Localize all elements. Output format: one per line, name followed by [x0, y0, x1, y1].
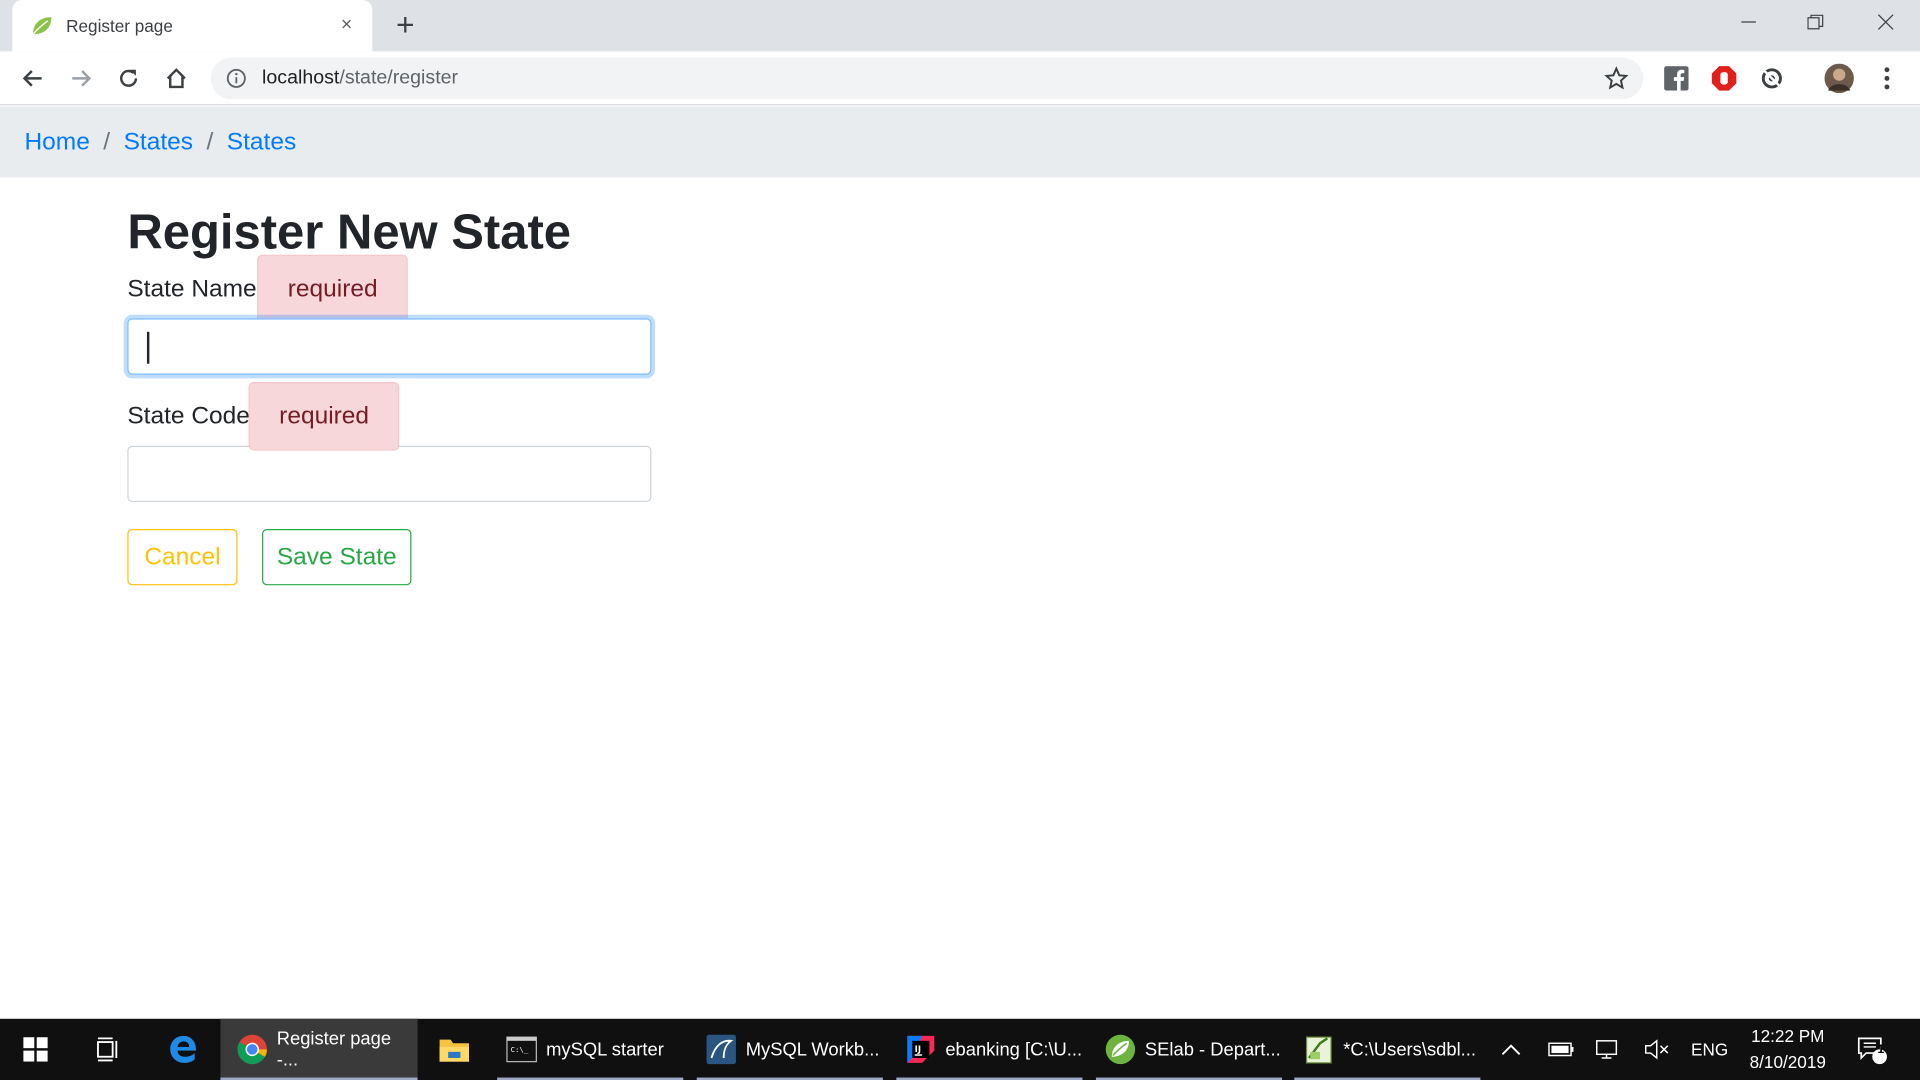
tab-close-icon[interactable]: × — [336, 15, 358, 37]
address-bar[interactable]: localhost/state/register — [210, 57, 1644, 100]
taskbar-item-explorer[interactable] — [422, 1019, 486, 1080]
taskbar-label: *C:\Users\sdbl... — [1343, 1038, 1476, 1060]
breadcrumb: Home / States / States — [0, 106, 1920, 178]
taskbar-item-chrome[interactable]: Register page -... — [220, 1018, 418, 1080]
state-name-input[interactable] — [127, 318, 652, 375]
breadcrumb-states[interactable]: States — [124, 128, 193, 156]
browser-toolbar: localhost/state/register — [0, 51, 1920, 106]
forward-icon[interactable] — [65, 62, 97, 94]
chevron-up-icon — [1501, 1044, 1521, 1055]
battery-icon[interactable] — [1548, 1019, 1575, 1080]
back-icon[interactable] — [17, 62, 49, 94]
taskbar-item-mysql-starter[interactable]: C:\_ mySQL starter — [497, 1019, 684, 1080]
system-clock[interactable]: 12:22 PM 8/10/2019 — [1739, 1024, 1837, 1075]
state-name-required-badge: required — [257, 254, 409, 324]
sync-extension-icon[interactable] — [1758, 65, 1785, 92]
intellij-icon: IJ — [904, 1032, 938, 1066]
show-hidden-icons[interactable] — [1501, 1019, 1521, 1080]
mysql-workbench-icon — [704, 1032, 738, 1066]
text-caret — [146, 331, 150, 364]
browser-tabbar: Register page × + — [0, 0, 1920, 52]
breadcrumb-home[interactable]: Home — [24, 128, 89, 156]
taskbar-label: SElab - Depart... — [1144, 1038, 1281, 1060]
breadcrumb-separator: / — [103, 127, 111, 155]
adblock-icon[interactable] — [1711, 65, 1738, 92]
state-name-group: State Name required — [127, 254, 862, 375]
breadcrumb-states-current[interactable]: States — [227, 128, 296, 156]
taskbar-item-intellij[interactable]: IJ ebanking [C:\U... — [896, 1019, 1083, 1080]
menu-kebab-icon[interactable] — [1873, 65, 1900, 92]
new-tab-button[interactable]: + — [389, 9, 421, 42]
start-button[interactable] — [0, 1019, 71, 1080]
language-indicator[interactable]: ENG — [1691, 1019, 1728, 1080]
home-icon[interactable] — [160, 62, 192, 94]
task-view-icon — [97, 1037, 118, 1062]
clock-date: 8/10/2019 — [1749, 1051, 1826, 1072]
restore-icon[interactable] — [1791, 7, 1840, 36]
tab-title: Register page — [66, 15, 173, 36]
reload-icon[interactable] — [113, 62, 145, 94]
state-code-input[interactable] — [127, 445, 652, 503]
notepad-icon — [1302, 1032, 1336, 1066]
taskbar-label: MySQL Workb... — [745, 1038, 880, 1060]
edge-button[interactable] — [152, 1019, 216, 1080]
volume-muted-icon[interactable] — [1643, 1019, 1670, 1080]
edge-icon — [170, 1035, 196, 1063]
state-code-required-badge: required — [248, 382, 400, 451]
svg-text:C:\_: C:\_ — [511, 1045, 529, 1054]
state-code-group: State Code required — [127, 382, 862, 503]
taskbar-label: Register page -... — [276, 1028, 392, 1071]
save-state-button[interactable]: Save State — [262, 528, 412, 586]
minimize-icon[interactable] — [1724, 7, 1773, 36]
spring-icon — [1103, 1032, 1137, 1066]
bookmark-star-icon[interactable] — [1604, 66, 1629, 90]
url-text: localhost/state/register — [262, 67, 459, 89]
network-icon[interactable] — [1596, 1019, 1623, 1080]
state-name-label: State Name — [127, 274, 257, 302]
taskbar-label: ebanking [C:\U... — [945, 1038, 1083, 1060]
cancel-button[interactable]: Cancel — [127, 528, 238, 586]
svg-text:IJ: IJ — [915, 1045, 921, 1055]
taskbar-item-spring[interactable]: SElab - Depart... — [1095, 1019, 1283, 1080]
windows-logo-icon — [23, 1037, 48, 1062]
action-center-button[interactable]: 1 — [1856, 1019, 1888, 1080]
facebook-icon[interactable] — [1663, 65, 1690, 92]
notification-count-badge: 1 — [1877, 1043, 1885, 1057]
chrome-icon — [235, 1032, 269, 1066]
file-explorer-icon — [437, 1032, 471, 1066]
close-window-icon[interactable] — [1861, 7, 1910, 36]
clock-time: 12:22 PM — [1751, 1026, 1825, 1046]
register-form: Register New State State Name required S… — [127, 196, 862, 586]
terminal-icon: C:\_ — [504, 1032, 538, 1066]
state-code-label: State Code — [127, 402, 250, 430]
browser-tab[interactable]: Register page × — [12, 0, 373, 52]
task-view-button[interactable] — [76, 1019, 140, 1080]
spring-leaf-icon — [29, 13, 53, 37]
taskbar-label: mySQL starter — [546, 1038, 664, 1060]
taskbar-item-notepad[interactable]: *C:\Users\sdbl... — [1294, 1019, 1481, 1080]
profile-avatar[interactable] — [1824, 63, 1854, 94]
windows-taskbar: Register page -... C:\_ mySQL starter My… — [0, 1018, 1920, 1080]
breadcrumb-separator: / — [206, 127, 214, 155]
taskbar-item-mysql-workbench[interactable]: MySQL Workb... — [696, 1019, 883, 1080]
info-icon[interactable] — [225, 67, 247, 89]
